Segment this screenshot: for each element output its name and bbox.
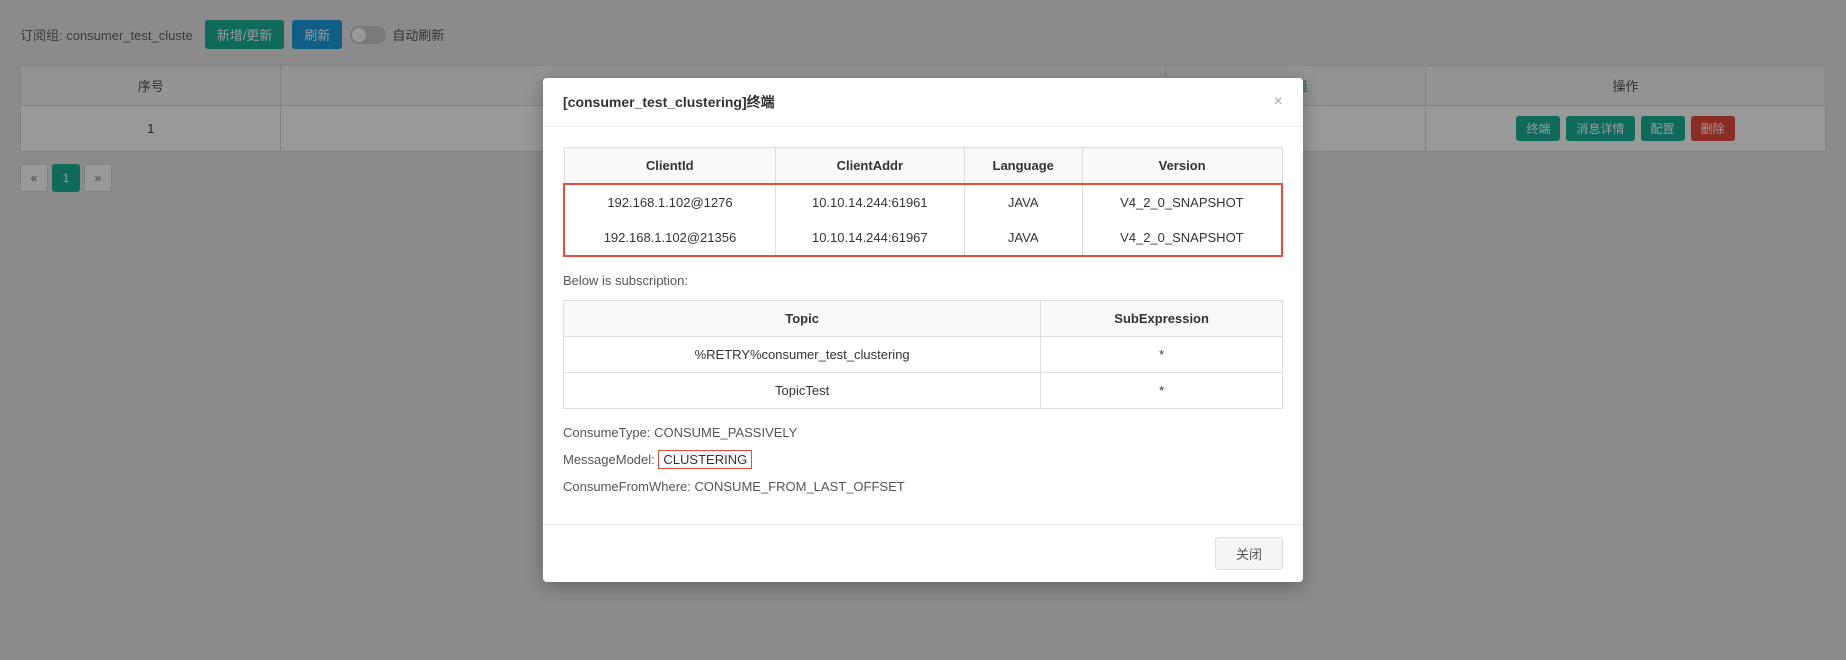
sub-table-body: %RETRY%consumer_test_clustering * TopicT… (564, 337, 1283, 409)
modal-title: [consumer_test_clustering]终端 (563, 92, 775, 112)
modal-close-icon[interactable]: × (1274, 94, 1283, 110)
subscription-table: Topic SubExpression %RETRY%consumer_test… (563, 300, 1283, 409)
modal-overlay: [consumer_test_clustering]终端 × ClientId … (0, 0, 1846, 660)
col-version: Version (1082, 148, 1282, 185)
col-sub-expression: SubExpression (1041, 301, 1283, 337)
modal-dialog: [consumer_test_clustering]终端 × ClientId … (543, 78, 1303, 582)
client-row-1: 192.168.1.102@1276 10.10.14.244:61961 JA… (564, 184, 1282, 220)
client-table-header-row: ClientId ClientAddr Language Version (564, 148, 1282, 185)
sub-table-header-row: Topic SubExpression (564, 301, 1283, 337)
consume-type-line: ConsumeType: CONSUME_PASSIVELY (563, 425, 1283, 440)
modal-footer: 关闭 (543, 524, 1303, 582)
cell-sub-expr-2: * (1041, 373, 1283, 409)
cell-client-id-1: 192.168.1.102@1276 (564, 184, 775, 220)
cell-topic-2: TopicTest (564, 373, 1041, 409)
client-table-head: ClientId ClientAddr Language Version (564, 148, 1282, 185)
client-row-2: 192.168.1.102@21356 10.10.14.244:61967 J… (564, 220, 1282, 256)
client-table-body: 192.168.1.102@1276 10.10.14.244:61961 JA… (564, 184, 1282, 256)
sub-row-1: %RETRY%consumer_test_clustering * (564, 337, 1283, 373)
cell-version-1: V4_2_0_SNAPSHOT (1082, 184, 1282, 220)
cell-client-id-2: 192.168.1.102@21356 (564, 220, 775, 256)
consume-from-line: ConsumeFromWhere: CONSUME_FROM_LAST_OFFS… (563, 479, 1283, 494)
message-model-line: MessageModel: CLUSTERING (563, 450, 1283, 469)
consume-from-label: ConsumeFromWhere: (563, 479, 691, 494)
consume-type-label: ConsumeType: (563, 425, 650, 440)
client-table: ClientId ClientAddr Language Version 192… (563, 147, 1283, 257)
sub-row-2: TopicTest * (564, 373, 1283, 409)
cell-language-1: JAVA (964, 184, 1082, 220)
close-modal-button[interactable]: 关闭 (1215, 537, 1283, 570)
message-model-label: MessageModel: (563, 452, 655, 467)
message-model-value: CLUSTERING (658, 450, 752, 469)
cell-topic-1: %RETRY%consumer_test_clustering (564, 337, 1041, 373)
cell-client-addr-1: 10.10.14.244:61961 (775, 184, 964, 220)
col-client-addr: ClientAddr (775, 148, 964, 185)
modal-header: [consumer_test_clustering]终端 × (543, 78, 1303, 127)
col-topic: Topic (564, 301, 1041, 337)
consume-type-value: CONSUME_PASSIVELY (654, 425, 797, 440)
modal-body: ClientId ClientAddr Language Version 192… (543, 127, 1303, 524)
col-language: Language (964, 148, 1082, 185)
subscription-label: Below is subscription: (563, 273, 1283, 288)
cell-version-2: V4_2_0_SNAPSHOT (1082, 220, 1282, 256)
consume-from-value: CONSUME_FROM_LAST_OFFSET (695, 479, 905, 494)
cell-language-2: JAVA (964, 220, 1082, 256)
cell-client-addr-2: 10.10.14.244:61967 (775, 220, 964, 256)
col-client-id: ClientId (564, 148, 775, 185)
sub-table-head: Topic SubExpression (564, 301, 1283, 337)
cell-sub-expr-1: * (1041, 337, 1283, 373)
